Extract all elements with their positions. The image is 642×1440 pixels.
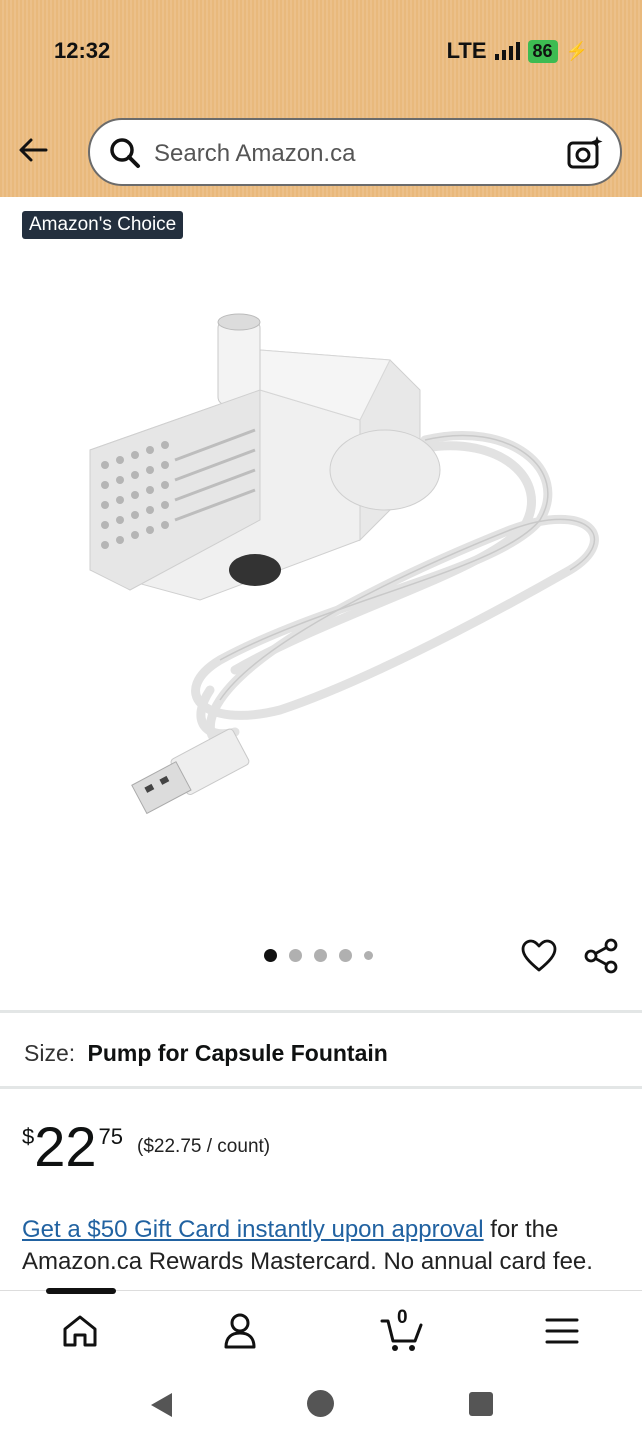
heart-icon[interactable] xyxy=(520,937,558,975)
header: 12:32 LTE 86 ⚡ Search Amazon.ca xyxy=(0,0,642,197)
promo-link[interactable]: Get a $50 Gift Card instantly upon appro… xyxy=(22,1216,484,1243)
status-time: 12:32 xyxy=(54,38,111,63)
camera-icon[interactable] xyxy=(566,134,604,172)
battery-level: 86 xyxy=(527,39,558,63)
signal-icon xyxy=(494,42,520,60)
search-icon xyxy=(110,138,140,168)
carousel-dot[interactable] xyxy=(289,949,302,962)
charging-icon: ⚡ xyxy=(565,40,588,61)
cart-button[interactable]: 0 xyxy=(380,1307,424,1353)
menu-icon[interactable] xyxy=(540,1309,584,1353)
bottom-nav: 0 xyxy=(0,1288,642,1370)
home-icon[interactable] xyxy=(58,1309,102,1353)
carousel-dot[interactable] xyxy=(339,949,352,962)
price-whole: 22 xyxy=(34,1115,97,1178)
promo-text: Get a $50 Gift Card instantly upon appro… xyxy=(22,1214,622,1278)
search-input[interactable]: Search Amazon.ca xyxy=(88,118,622,186)
size-value: Pump for Capsule Fountain xyxy=(87,1040,388,1066)
carousel-dot[interactable] xyxy=(364,951,373,960)
size-label: Size: xyxy=(24,1040,76,1066)
price: $ 22 75 ($22.75 / count) xyxy=(22,1118,270,1176)
carousel-dot[interactable] xyxy=(314,949,327,962)
active-tab-indicator xyxy=(46,1288,116,1294)
divider xyxy=(0,1086,642,1089)
system-back-icon[interactable] xyxy=(148,1391,176,1419)
back-arrow-icon[interactable] xyxy=(16,132,52,168)
price-fraction: 75 xyxy=(98,1124,124,1149)
system-nav xyxy=(0,1370,642,1440)
account-icon[interactable] xyxy=(218,1309,262,1353)
amazons-choice-badge: Amazon's Choice xyxy=(22,211,184,239)
product-image[interactable] xyxy=(30,270,620,850)
divider xyxy=(0,1010,642,1013)
unit-price: ($22.75 / count) xyxy=(137,1136,271,1157)
price-currency: $ xyxy=(22,1124,35,1149)
share-icon[interactable] xyxy=(582,937,620,975)
system-recents-icon[interactable] xyxy=(469,1392,493,1416)
system-home-icon[interactable] xyxy=(307,1390,334,1417)
size-selector[interactable]: Size: Pump for Capsule Fountain xyxy=(24,1040,388,1067)
carousel-dot[interactable] xyxy=(264,949,277,962)
search-placeholder: Search Amazon.ca xyxy=(154,140,356,167)
image-carousel-dots[interactable] xyxy=(264,949,373,962)
status-indicators: LTE 86 ⚡ xyxy=(447,38,588,64)
cart-count: 0 xyxy=(397,1307,408,1328)
network-type: LTE xyxy=(446,38,487,63)
